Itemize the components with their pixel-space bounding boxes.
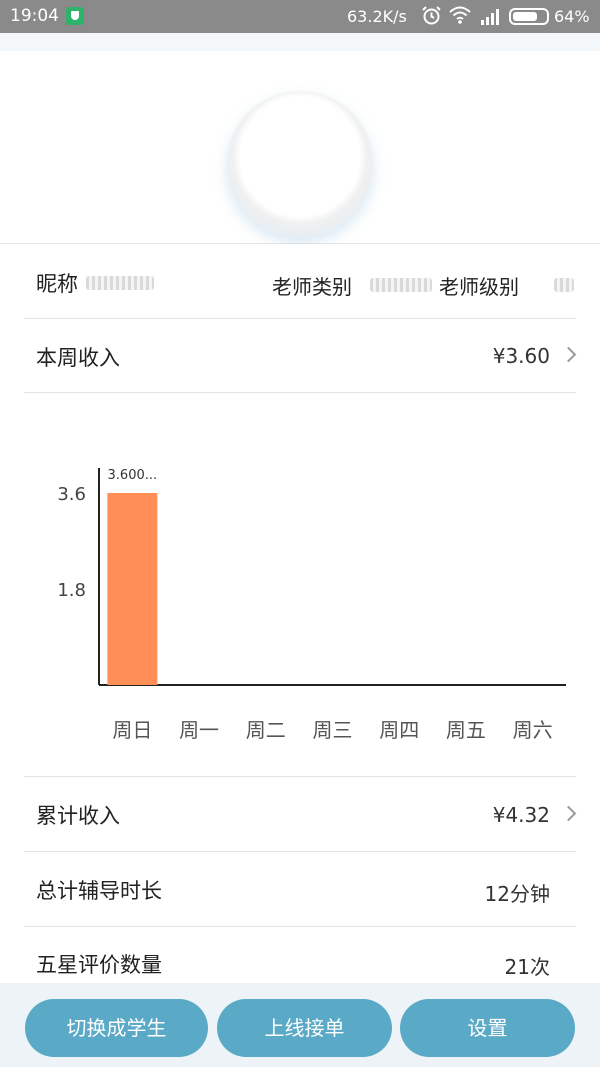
five-star-value: 21次 [504, 955, 550, 979]
chevron-right-icon [560, 346, 577, 363]
chevron-right-icon [560, 805, 577, 822]
weekly-income-chart: 1.8 3.6 3.600... 周日 周一 周二 周三 周四 周五 周六 [24, 393, 576, 777]
profile-info-row: 昵称 老师类别 老师级别 [24, 244, 576, 319]
five-star-row: 五星评价数量 21次 [24, 927, 576, 983]
total-income-value: ¥4.32 [492, 803, 550, 827]
nickname-label: 昵称 [36, 272, 78, 296]
x-tick-label: 周六 [513, 718, 553, 742]
avatar-section [0, 51, 600, 244]
teacher-type-label: 老师类别 [272, 275, 352, 299]
total-income-row[interactable]: 累计收入 ¥4.32 [24, 777, 577, 852]
x-tick-label: 周日 [112, 718, 152, 742]
y-tick-label: 1.8 [57, 580, 86, 601]
teacher-level-label: 老师级别 [439, 275, 519, 299]
shield-icon [66, 7, 84, 25]
alarm-icon [422, 6, 441, 25]
switch-to-student-button[interactable]: 切换成学生 [25, 999, 208, 1057]
x-tick-label: 周四 [379, 718, 419, 742]
tutoring-time-label: 总计辅导时长 [36, 879, 162, 903]
teacher-type-value [370, 278, 432, 292]
tutoring-time-row: 总计辅导时长 12分钟 [24, 852, 576, 927]
avatar[interactable] [227, 91, 373, 237]
x-tick-label: 周一 [179, 718, 219, 742]
signal-icon [481, 9, 499, 25]
weekly-income-row[interactable]: 本周收入 ¥3.60 [24, 319, 577, 393]
x-tick-label: 周三 [313, 718, 353, 742]
y-tick-label: 3.6 [57, 484, 86, 505]
battery-percent: 64% [554, 7, 590, 26]
battery-icon [509, 8, 549, 25]
header-strip [0, 33, 600, 51]
bar [107, 493, 158, 685]
five-star-label: 五星评价数量 [36, 953, 162, 977]
tutoring-time-value: 12分钟 [484, 882, 550, 906]
status-time: 19:04 [10, 6, 59, 26]
x-tick-label: 周五 [446, 718, 486, 742]
network-speed: 63.2K/s [347, 7, 407, 26]
bottom-action-bar: 切换成学生 上线接单 设置 [0, 983, 600, 1067]
bar-chart: 1.8 3.6 3.600... 周日 周一 周二 周三 周四 周五 周六 [57, 468, 566, 742]
status-bar: 19:04 63.2K/s 64% [0, 0, 600, 33]
nickname-value [86, 276, 154, 290]
weekly-income-value: ¥3.60 [492, 344, 550, 368]
data-label: 3.600... [108, 468, 158, 483]
teacher-level-value [554, 278, 574, 292]
total-income-label: 累计收入 [36, 804, 120, 828]
weekly-income-label: 本周收入 [36, 346, 120, 370]
go-online-button[interactable]: 上线接单 [217, 999, 392, 1057]
settings-button[interactable]: 设置 [400, 999, 575, 1057]
x-tick-label: 周二 [246, 718, 286, 742]
wifi-icon [449, 6, 471, 24]
